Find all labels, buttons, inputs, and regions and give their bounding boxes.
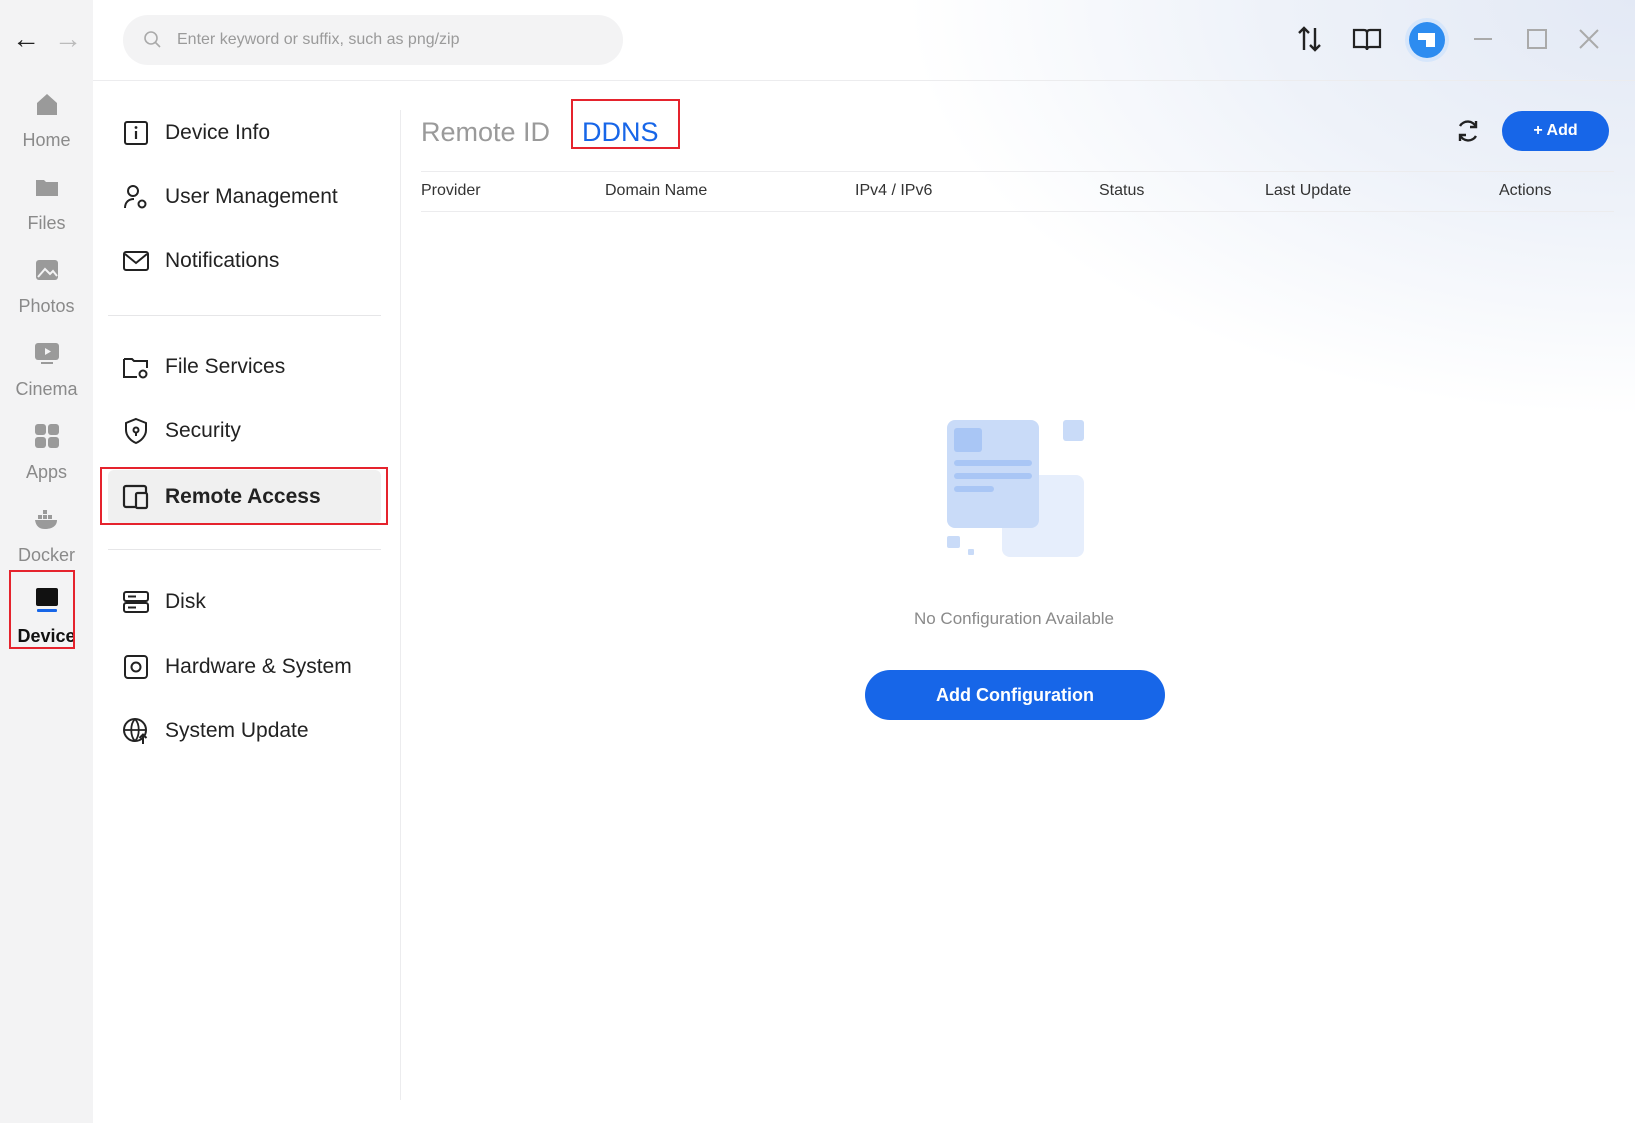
- device-highlight-box: [9, 570, 75, 649]
- menu-item-label: Notifications: [165, 249, 280, 272]
- ddns-highlight-box: [571, 99, 680, 149]
- table-header-bottom-line: [421, 211, 1614, 212]
- play-icon: [35, 343, 59, 364]
- rail-item-files[interactable]: Files: [0, 173, 93, 249]
- menu-item-hardware-system[interactable]: Hardware & System: [108, 640, 381, 694]
- shield-icon: [125, 417, 147, 445]
- hardware-icon: [124, 655, 148, 679]
- folder-icon: [36, 180, 58, 196]
- column-header-domain-name[interactable]: Domain Name: [605, 182, 707, 200]
- search-bar[interactable]: Enter keyword or suffix, such as png/zip: [123, 15, 623, 65]
- menu-item-label: User Management: [165, 185, 338, 208]
- rail-item-photos[interactable]: Photos: [0, 256, 93, 332]
- column-header-actions[interactable]: Actions: [1499, 182, 1551, 200]
- menu-item-file-services[interactable]: File Services: [108, 340, 381, 394]
- history-nav: ← →: [0, 24, 93, 54]
- menu-item-label: Disk: [165, 590, 206, 613]
- menu-item-user-management[interactable]: User Management: [108, 170, 381, 224]
- home-icon: [37, 94, 57, 115]
- disk-icon: [123, 591, 149, 613]
- menu-item-system-update[interactable]: System Update: [108, 704, 381, 758]
- tab-remote-id[interactable]: Remote ID: [421, 117, 550, 148]
- column-header-last-update[interactable]: Last Update: [1265, 182, 1351, 200]
- add-configuration-button[interactable]: Add Configuration: [865, 670, 1165, 720]
- forward-arrow-icon[interactable]: →: [54, 24, 82, 54]
- photo-icon: [36, 260, 58, 280]
- close-icon[interactable]: [1574, 24, 1604, 54]
- column-header-ip[interactable]: IPv4 / IPv6: [855, 182, 932, 200]
- table-header-top-line: [421, 171, 1614, 172]
- menu-item-label: Security: [165, 419, 241, 442]
- column-header-status[interactable]: Status: [1099, 182, 1144, 200]
- add-button[interactable]: + Add: [1502, 111, 1609, 151]
- book-icon[interactable]: [1352, 24, 1382, 54]
- refresh-icon[interactable]: [1455, 118, 1481, 144]
- topbar-divider: [93, 80, 1635, 81]
- mail-icon: [123, 251, 149, 271]
- menu-item-security[interactable]: Security: [108, 404, 381, 458]
- docker-icon: [35, 510, 57, 529]
- menu-item-label: Device Info: [165, 121, 271, 144]
- column-divider: [400, 110, 401, 1100]
- rail-item-label: Docker: [17, 545, 75, 565]
- user-gear-icon: [124, 185, 147, 209]
- rail-item-label: Home: [22, 130, 71, 150]
- back-arrow-icon[interactable]: ←: [12, 24, 40, 54]
- avatar[interactable]: [1404, 17, 1450, 63]
- rail-item-label: Cinema: [15, 379, 78, 399]
- apps-grid-icon: [35, 424, 59, 448]
- menu-item-label: Hardware & System: [165, 655, 352, 678]
- transfer-icon[interactable]: [1295, 24, 1325, 54]
- rail-item-apps[interactable]: Apps: [0, 422, 93, 498]
- empty-state-message: No Configuration Available: [913, 609, 1115, 628]
- remote-access-highlight-box: [100, 467, 388, 525]
- folder-gear-icon: [123, 358, 148, 379]
- menu-item-device-info[interactable]: Device Info: [108, 106, 381, 160]
- rail-item-cinema[interactable]: Cinema: [0, 339, 93, 415]
- rail-item-label: Apps: [25, 462, 68, 482]
- globe-update-icon: [123, 718, 148, 744]
- maximize-icon[interactable]: [1522, 24, 1552, 54]
- rail-item-label: Files: [27, 213, 66, 233]
- menu-item-label: File Services: [165, 355, 286, 378]
- info-icon: [124, 121, 148, 145]
- menu-item-notifications[interactable]: Notifications: [108, 234, 381, 288]
- menu-separator: [108, 315, 381, 316]
- rail-item-home[interactable]: Home: [0, 90, 93, 166]
- search-input[interactable]: Enter keyword or suffix, such as png/zip: [177, 31, 460, 49]
- empty-state-illustration: [947, 420, 1084, 557]
- column-header-provider[interactable]: Provider: [421, 182, 481, 200]
- menu-separator: [108, 549, 381, 550]
- rail-item-label: Photos: [18, 296, 75, 316]
- minimize-icon[interactable]: [1468, 24, 1498, 54]
- menu-item-disk[interactable]: Disk: [108, 575, 381, 629]
- search-icon: [144, 31, 161, 48]
- background-glow: [900, 0, 1635, 420]
- app-rail: ← → Home Files Photos Cinema Apps Docker…: [0, 0, 93, 1123]
- menu-item-label: System Update: [165, 719, 309, 742]
